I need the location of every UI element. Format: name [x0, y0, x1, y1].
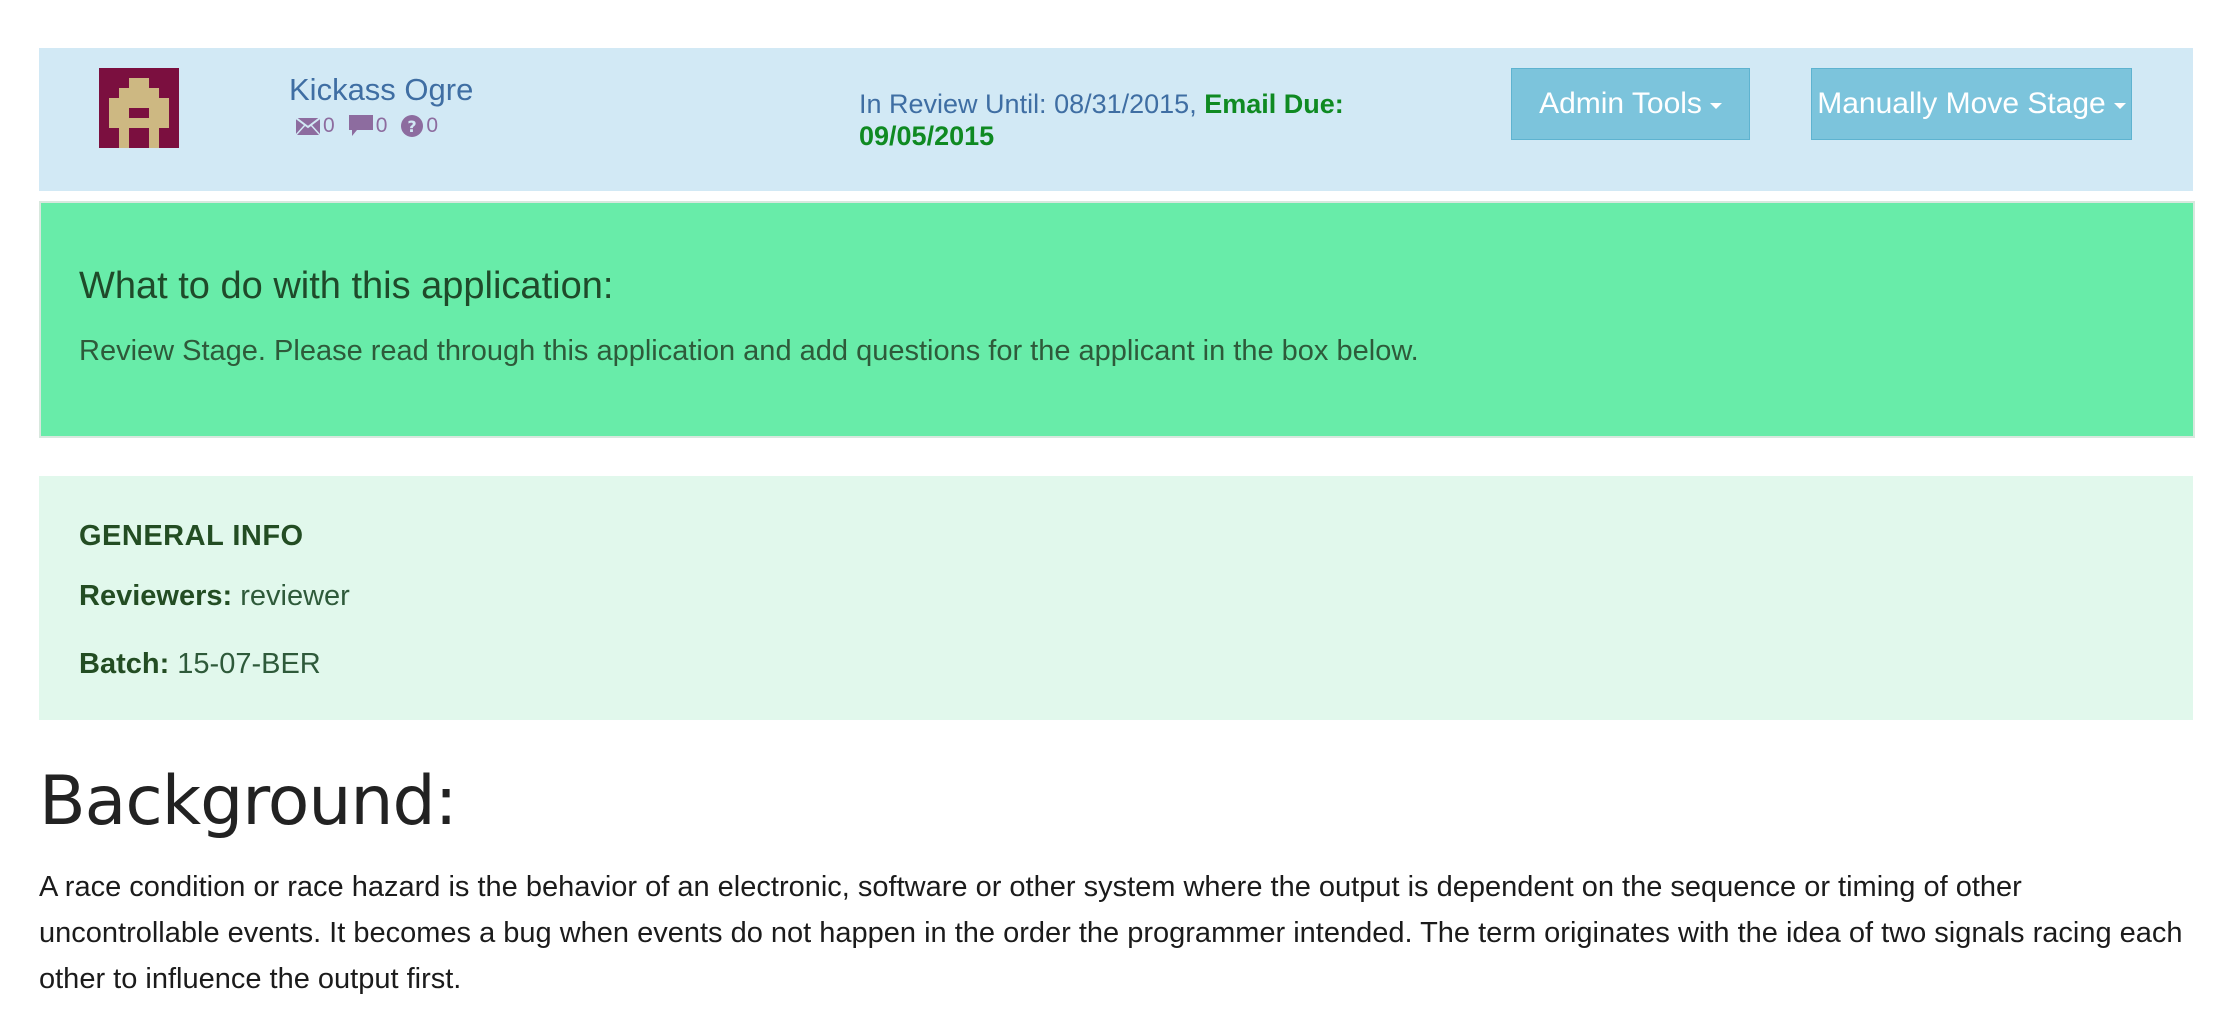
batch-row: Batch: 15-07-BER	[79, 648, 321, 681]
admin-tools-button[interactable]: Admin Tools	[1511, 68, 1750, 140]
comments-count[interactable]: 0	[348, 114, 388, 138]
manually-move-stage-button[interactable]: Manually Move Stage	[1811, 68, 2132, 140]
caret-down-icon	[1709, 103, 1722, 109]
general-info-panel: GENERAL INFO Reviewers: reviewer Batch: …	[39, 476, 2193, 720]
question-icon: ?	[401, 115, 424, 137]
move-stage-label: Manually Move Stage	[1817, 87, 2106, 120]
questions-count-value: 0	[426, 114, 439, 137]
comments-count-value: 0	[375, 114, 388, 137]
admin-tools-label: Admin Tools	[1539, 87, 1702, 120]
caret-down-icon	[2113, 103, 2126, 109]
messages-count[interactable]: 0	[296, 114, 335, 138]
background-text: A race condition or race hazard is the b…	[39, 871, 2183, 995]
user-name-link[interactable]: Kickass Ogre	[289, 72, 473, 108]
email-due-date: 09/05/2015	[859, 121, 995, 151]
comment-icon	[348, 115, 373, 136]
avatar[interactable]	[99, 68, 179, 148]
review-until-text: In Review Until: 08/31/2015,	[859, 89, 1205, 119]
reviewers-label: Reviewers:	[79, 580, 233, 612]
instruction-title: What to do with this application:	[79, 265, 614, 307]
questions-count[interactable]: ? 0	[401, 114, 438, 138]
instruction-text: Review Stage. Please read through this a…	[79, 335, 1419, 367]
messages-count-value: 0	[323, 114, 335, 137]
application-header: Kickass Ogre 0 0 ? 0 In Review Until: 08…	[39, 48, 2193, 191]
background-heading: Background:	[39, 762, 458, 841]
batch-label: Batch:	[79, 648, 170, 680]
batch-value: 15-07-BER	[177, 648, 321, 680]
envelope-icon	[296, 117, 320, 135]
general-info-title: GENERAL INFO	[79, 520, 304, 552]
activity-counts: 0 0 ? 0	[296, 114, 438, 138]
reviewers-value: reviewer	[240, 580, 350, 612]
reviewers-row: Reviewers: reviewer	[79, 580, 350, 613]
svg-text:?: ?	[408, 117, 417, 136]
instruction-panel: What to do with this application: Review…	[39, 201, 2195, 438]
review-deadline-info: In Review Until: 08/31/2015, Email Due: …	[859, 88, 1419, 152]
email-due-label: Email Due:	[1204, 89, 1344, 119]
